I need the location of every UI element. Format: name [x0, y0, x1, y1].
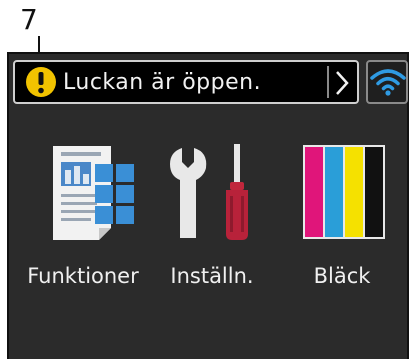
wifi-status-button[interactable]	[366, 60, 408, 104]
tile-funktioner-label: Funktioner	[27, 264, 139, 288]
tile-installn[interactable]: Inställn.	[148, 142, 276, 332]
tile-black-label: Bläck	[313, 264, 371, 288]
settings-tools-icon	[170, 144, 248, 240]
tile-black[interactable]: Bläck	[278, 142, 406, 332]
functions-icon	[53, 146, 134, 240]
ink-icon	[303, 145, 385, 239]
status-message-bar[interactable]: Luckan är öppen.	[13, 60, 359, 104]
touchscreen: Luckan är öppen. Funktioner Inställn. Bl…	[7, 52, 409, 359]
wifi-icon	[370, 69, 406, 96]
tile-funktioner[interactable]: Funktioner	[19, 142, 147, 332]
chevron-right-icon[interactable]	[331, 68, 353, 98]
status-divider	[327, 66, 329, 98]
callout-number: 7	[20, 3, 38, 36]
status-message-text: Luckan är öppen.	[63, 70, 262, 95]
tile-installn-label: Inställn.	[170, 264, 254, 288]
warning-icon	[26, 67, 56, 97]
